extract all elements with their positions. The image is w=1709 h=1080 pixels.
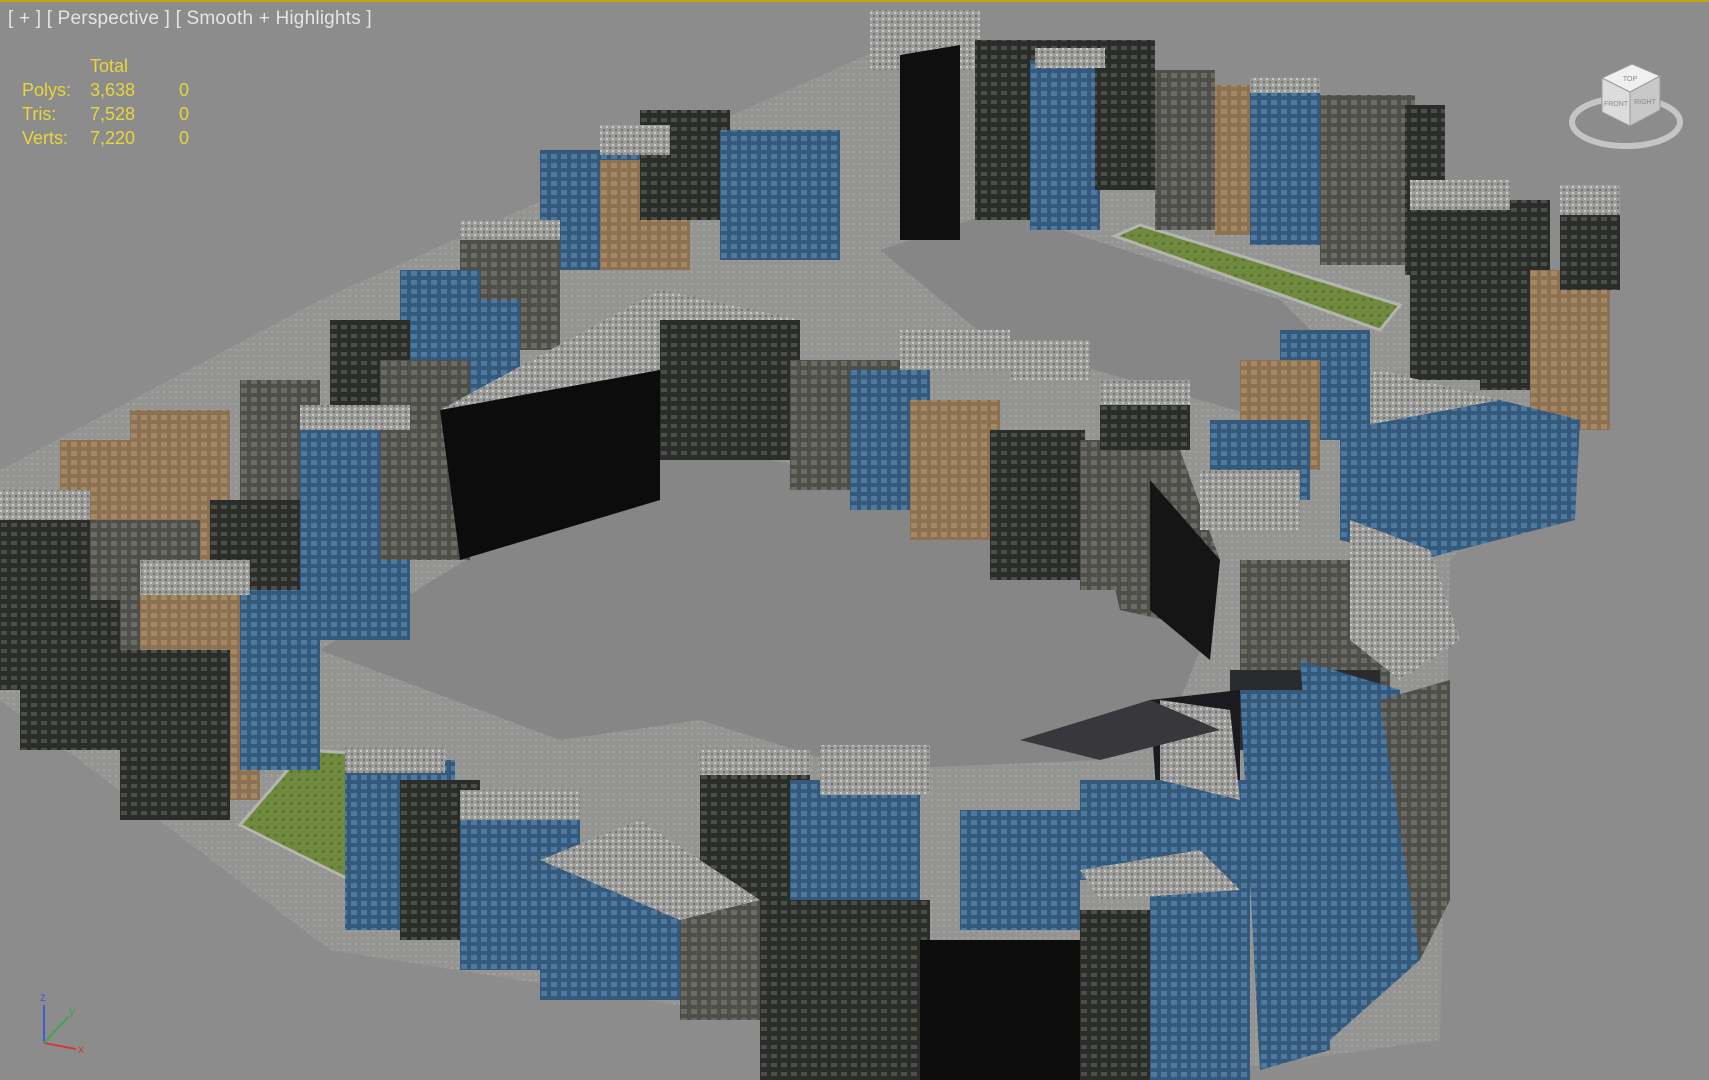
viewcube-right-label: RIGHT <box>1634 99 1657 106</box>
viewcube-top-label: TOP <box>1623 76 1638 83</box>
city-model-scene[interactable] <box>0 0 1709 1080</box>
stats-row-verts: Verts: 7,220 0 <box>22 128 222 152</box>
axis-y-label: y <box>69 1004 75 1018</box>
viewport-label[interactable]: [ + ] [ Perspective ] [ Smooth + Highlig… <box>8 8 372 30</box>
axis-z-label: z <box>40 990 46 1004</box>
stats-selected: 0 <box>179 80 190 100</box>
viewport-view-button[interactable]: [ Perspective ] <box>47 8 170 29</box>
stats-label: Polys: <box>22 80 72 100</box>
stats-total: 7,220 <box>90 128 136 148</box>
stats-label: Verts: <box>22 128 69 148</box>
perspective-viewport[interactable]: [ + ] [ Perspective ] [ Smooth + Highlig… <box>0 0 1709 1080</box>
stats-header: Total <box>90 56 129 76</box>
stats-total: 3,638 <box>90 80 136 100</box>
viewcube-icon[interactable]: TOP FRONT RIGHT <box>1566 54 1686 159</box>
stats-selected: 0 <box>179 128 190 148</box>
stats-row-polys: Polys: 3,638 0 <box>22 80 222 104</box>
stats-row-tris: Tris: 7,528 0 <box>22 104 222 128</box>
axis-tripod-icon: z x y <box>40 990 84 1055</box>
stats-label: Tris: <box>22 104 57 124</box>
viewcube-front-label: FRONT <box>1604 101 1629 108</box>
stats-selected: 0 <box>179 104 190 124</box>
axis-x-label: x <box>78 1042 84 1055</box>
viewport-menu-button[interactable]: [ + ] <box>8 8 41 29</box>
viewport-shading-button[interactable]: [ Smooth + Highlights ] <box>176 8 372 29</box>
stats-total: 7,528 <box>90 104 136 124</box>
